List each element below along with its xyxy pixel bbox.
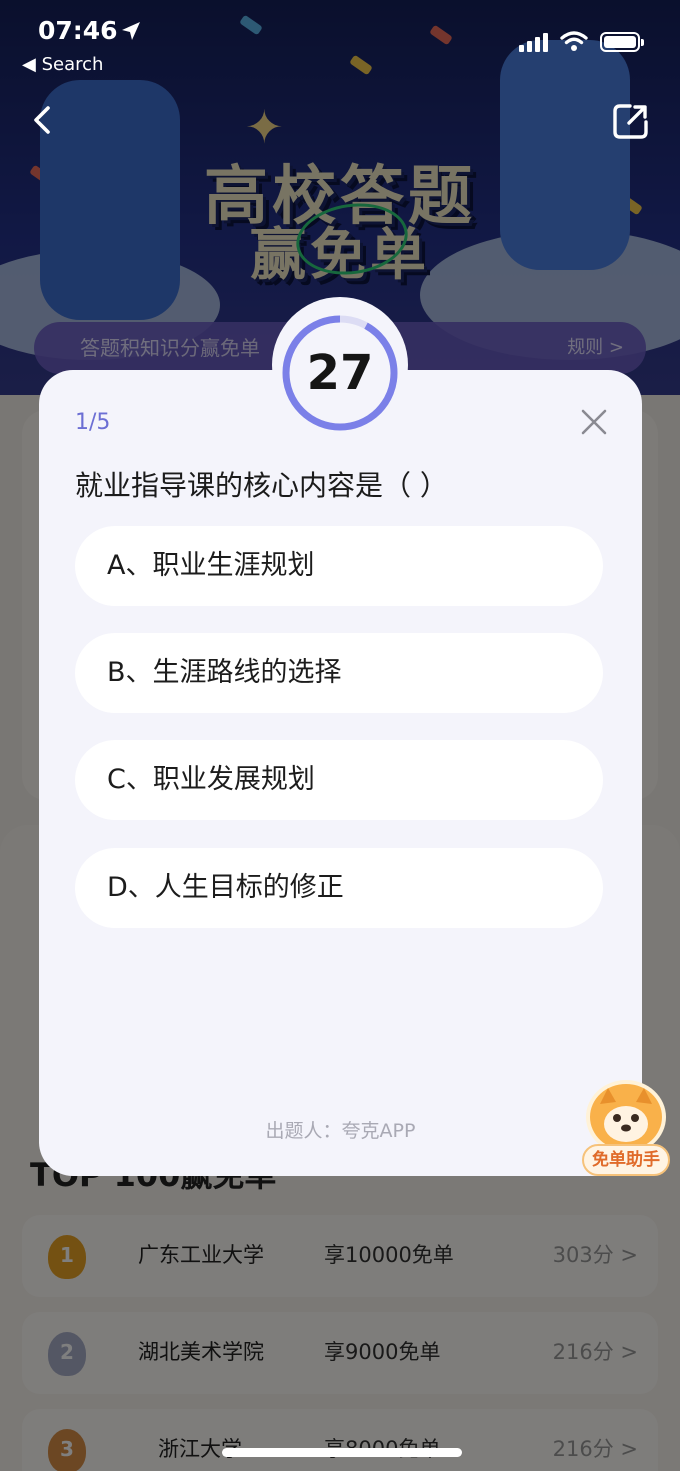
battery-icon (600, 32, 644, 52)
share-icon[interactable] (610, 100, 652, 142)
status-time: 07:46 (38, 16, 118, 45)
shiba-mascot-icon (586, 1080, 666, 1154)
cellular-signal-icon (519, 33, 548, 52)
question-author: 出题人：夸克APP (265, 1120, 416, 1142)
option-d[interactable]: D、人生目标的修正 (75, 848, 603, 928)
close-icon[interactable] (578, 406, 610, 438)
option-b[interactable]: B、生涯路线的选择 (75, 633, 603, 713)
question-progress: 1/5 (75, 410, 111, 435)
home-indicator[interactable] (222, 1448, 462, 1457)
countdown-timer: 27 (280, 313, 400, 433)
question-text: 就业指导课的核心内容是（ ） (75, 469, 448, 502)
option-a[interactable]: A、职业生涯规划 (75, 526, 603, 606)
timer-value: 27 (306, 345, 374, 401)
assistant-label: 免单助手 (582, 1144, 670, 1176)
back-to-app-link[interactable]: ◀ Search (22, 54, 103, 75)
assistant-button[interactable]: 免单助手 (582, 1080, 670, 1176)
back-chevron-icon[interactable] (24, 100, 64, 140)
wifi-icon (560, 31, 588, 51)
location-arrow-icon (122, 22, 140, 40)
status-icons (519, 30, 644, 52)
option-c[interactable]: C、职业发展规划 (75, 740, 603, 820)
